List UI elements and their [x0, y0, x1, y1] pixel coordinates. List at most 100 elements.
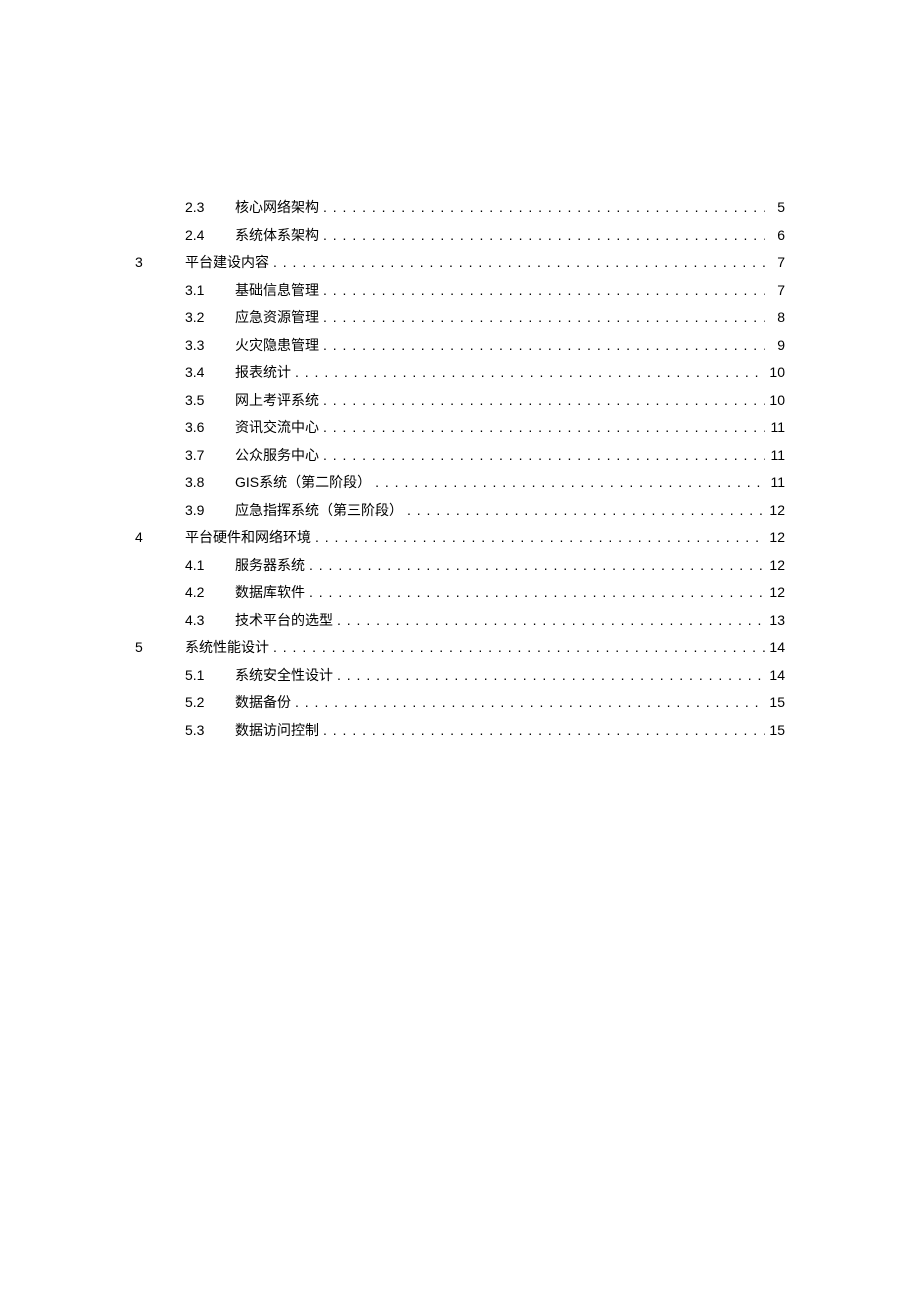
toc-entry: 4.2数据库软件 12: [135, 585, 785, 599]
toc-entry: 3.1基础信息管理 7: [135, 283, 785, 297]
toc-page-number: 11: [765, 475, 785, 489]
toc-section-number: 3.5: [185, 393, 235, 407]
toc-entry: 5.2数据备份 15: [135, 695, 785, 709]
toc-leader-dots: [319, 448, 765, 462]
toc-leader-dots: [319, 200, 765, 214]
toc-page-number: 6: [765, 228, 785, 242]
toc-leader-dots: [319, 310, 765, 324]
document-page: 2.3核心网络架构52.4系统体系架构63平台建设内容73.1基础信息管理73.…: [0, 0, 920, 737]
toc-page-number: 10: [765, 393, 785, 407]
toc-title: 网上考评系统: [235, 393, 319, 407]
toc-entry: 3.3火灾隐患管理 9: [135, 338, 785, 352]
toc-section-number: 3.6: [185, 420, 235, 434]
toc-title: 火灾隐患管理: [235, 338, 319, 352]
toc-section-number: 3.8: [185, 475, 235, 489]
toc-section-number: 4.3: [185, 613, 235, 627]
toc-page-number: 15: [765, 695, 785, 709]
toc-chapter-number: 5: [135, 640, 185, 654]
toc-entry: 3.5网上考评系统 10: [135, 393, 785, 407]
toc-title: 系统性能设计: [185, 640, 269, 654]
toc-section-number: 2.4: [185, 228, 235, 242]
toc-entry: 3.7公众服务中心11: [135, 448, 785, 462]
toc-entry: 4.1服务器系统 12: [135, 558, 785, 572]
toc-entry: 5.1系统安全性设计 14: [135, 668, 785, 682]
toc-leader-dots: [333, 613, 765, 627]
toc-entry: 3.2应急资源管理 8: [135, 310, 785, 324]
toc-page-number: 5: [765, 200, 785, 214]
toc-leader-dots: [319, 420, 765, 434]
toc-leader-dots: [319, 228, 765, 242]
toc-entry: 3.9应急指挥系统（第三阶段） 12: [135, 503, 785, 517]
toc-title: 核心网络架构: [235, 200, 319, 214]
table-of-contents: 2.3核心网络架构52.4系统体系架构63平台建设内容73.1基础信息管理73.…: [135, 200, 785, 737]
toc-entry: 5系统性能设计 14: [135, 640, 785, 654]
toc-entry: 3.6资讯交流中心 11: [135, 420, 785, 434]
toc-leader-dots: [333, 668, 765, 682]
toc-entry: 2.4系统体系架构 6: [135, 228, 785, 242]
toc-section-number: 3.3: [185, 338, 235, 352]
toc-title: 报表统计: [235, 365, 291, 379]
toc-title: 服务器系统: [235, 558, 305, 572]
toc-title: 基础信息管理: [235, 283, 319, 297]
toc-section-number: 5.2: [185, 695, 235, 709]
toc-title: 数据访问控制: [235, 723, 319, 737]
toc-leader-dots: [305, 558, 765, 572]
toc-title: 资讯交流中心: [235, 420, 319, 434]
toc-page-number: 13: [765, 613, 785, 627]
toc-title: 系统体系架构: [235, 228, 319, 242]
toc-entry: 4.3技术平台的选型 13: [135, 613, 785, 627]
toc-entry: 3平台建设内容 7: [135, 255, 785, 269]
toc-leader-dots: [291, 365, 765, 379]
toc-title: 公众服务中心: [235, 448, 319, 462]
toc-section-number: 3.1: [185, 283, 235, 297]
toc-page-number: 7: [765, 255, 785, 269]
toc-section-number: 3.2: [185, 310, 235, 324]
toc-section-number: 5.3: [185, 723, 235, 737]
toc-page-number: 10: [765, 365, 785, 379]
toc-leader-dots: [403, 503, 765, 517]
toc-leader-dots: [305, 585, 765, 599]
toc-page-number: 7: [765, 283, 785, 297]
toc-entry: 5.3数据访问控制 15: [135, 723, 785, 737]
toc-entry: 3.8GIS系统（第二阶段） 11: [135, 475, 785, 489]
toc-entry: 2.3核心网络架构 5: [135, 200, 785, 214]
toc-page-number: 14: [765, 668, 785, 682]
toc-title: 应急资源管理: [235, 310, 319, 324]
toc-leader-dots: [319, 338, 765, 352]
toc-leader-dots: [371, 475, 765, 489]
toc-leader-dots: [319, 393, 765, 407]
toc-leader-dots: [319, 723, 765, 737]
toc-page-number: 14: [765, 640, 785, 654]
toc-section-number: 5.1: [185, 668, 235, 682]
toc-leader-dots: [269, 640, 765, 654]
toc-title: 应急指挥系统（第三阶段）: [235, 503, 403, 517]
toc-leader-dots: [311, 530, 765, 544]
toc-page-number: 12: [765, 585, 785, 599]
toc-section-number: 3.7: [185, 448, 235, 462]
toc-leader-dots: [319, 283, 765, 297]
toc-title: 平台硬件和网络环境: [185, 530, 311, 544]
toc-title: 平台建设内容: [185, 255, 269, 269]
toc-page-number: 12: [765, 558, 785, 572]
toc-entry: 4平台硬件和网络环境 12: [135, 530, 785, 544]
toc-title: 数据库软件: [235, 585, 305, 599]
toc-page-number: 15: [765, 723, 785, 737]
toc-leader-dots: [269, 255, 765, 269]
toc-section-number: 4.1: [185, 558, 235, 572]
toc-title: 技术平台的选型: [235, 613, 333, 627]
toc-title: 系统安全性设计: [235, 668, 333, 682]
toc-chapter-number: 4: [135, 530, 185, 544]
toc-chapter-number: 3: [135, 255, 185, 269]
toc-page-number: 8: [765, 310, 785, 324]
toc-section-number: 3.4: [185, 365, 235, 379]
toc-page-number: 12: [765, 530, 785, 544]
toc-page-number: 9: [765, 338, 785, 352]
toc-page-number: 11: [765, 420, 785, 434]
toc-leader-dots: [291, 695, 765, 709]
toc-section-number: 4.2: [185, 585, 235, 599]
toc-page-number: 12: [765, 503, 785, 517]
toc-title: 数据备份: [235, 695, 291, 709]
toc-section-number: 3.9: [185, 503, 235, 517]
toc-section-number: 2.3: [185, 200, 235, 214]
toc-title: GIS系统（第二阶段）: [235, 475, 371, 489]
